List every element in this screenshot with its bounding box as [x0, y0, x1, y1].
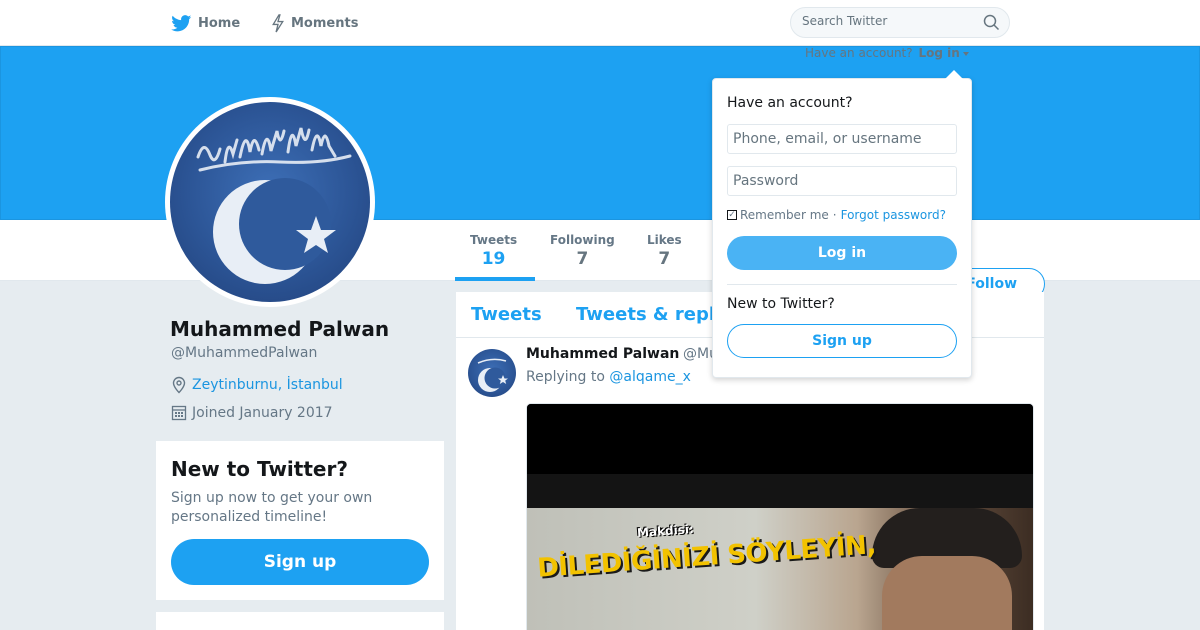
media-black-bar — [527, 404, 1033, 474]
account-prompt: Have an account? Log in — [805, 46, 969, 60]
profile-location: Zeytinburnu, İstanbul — [171, 376, 343, 394]
stat-label: Likes — [647, 233, 682, 247]
signup-card: New to Twitter? Sign up now to get your … — [156, 441, 444, 600]
login-dropdown-title: Have an account? — [727, 95, 853, 111]
lightning-bolt-icon — [272, 13, 284, 32]
replying-prefix: Replying to — [526, 369, 605, 385]
media-caption-small: Makdisi: — [636, 522, 695, 540]
twitter-bird-icon — [171, 14, 192, 31]
media-caption-big: DİLEDİĞİNİZİ SÖYLEYİN, — [536, 530, 877, 584]
stat-likes[interactable]: Likes 7 — [647, 233, 682, 269]
login-button[interactable]: Log in — [727, 236, 957, 270]
profile-avatar[interactable] — [165, 97, 375, 307]
magnifier-icon[interactable] — [983, 14, 1000, 31]
stat-value: 19 — [481, 249, 506, 269]
username-input[interactable] — [727, 124, 957, 154]
nav-moments[interactable]: Moments — [271, 0, 358, 46]
password-input[interactable] — [727, 166, 957, 196]
account-prompt-text: Have an account? — [805, 46, 913, 60]
remember-label[interactable]: Remember me — [740, 208, 829, 222]
avatar-image — [170, 102, 370, 302]
signup-card-button[interactable]: Sign up — [171, 539, 429, 585]
tweet-replying-to: Replying to @alqame_x — [526, 369, 691, 385]
face-shape — [882, 556, 1012, 630]
tab-tweets[interactable]: Tweets — [471, 304, 542, 325]
stat-label: Tweets — [470, 233, 518, 247]
nav-home-label: Home — [198, 15, 241, 31]
tweet-avatar[interactable] — [468, 349, 516, 397]
sidebar-lower-card — [156, 612, 444, 630]
location-pin-icon — [172, 376, 186, 394]
divider — [727, 284, 957, 285]
top-nav-bar: Home Moments — [0, 0, 1200, 46]
stat-label: Following — [550, 233, 615, 247]
tab-tweets-replies[interactable]: Tweets & repl — [576, 304, 715, 325]
nav-home[interactable]: Home — [171, 0, 240, 46]
stat-value: 7 — [658, 249, 671, 269]
tweet-media[interactable]: Makdisi: DİLEDİĞİNİZİ SÖYLEYİN, — [526, 403, 1034, 630]
remember-row: ✓ Remember me · Forgot password? — [727, 208, 946, 222]
location-link[interactable]: Zeytinburnu, İstanbul — [192, 377, 343, 393]
dropdown-arrow — [945, 70, 963, 79]
active-stat-indicator — [455, 277, 535, 281]
stat-value: 7 — [576, 249, 589, 269]
new-to-twitter-text: New to Twitter? — [727, 296, 835, 312]
stat-tweets[interactable]: Tweets 19 — [470, 233, 517, 269]
profile-name: Muhammed Palwan — [170, 317, 390, 341]
profile-handle: @MuhammedPalwan — [171, 345, 318, 361]
separator-dot: · — [832, 208, 837, 222]
reply-mention-link[interactable]: @alqame_x — [609, 369, 690, 385]
tweet-author-name[interactable]: Muhammed Palwan — [526, 346, 679, 362]
remember-checkbox[interactable]: ✓ — [727, 210, 737, 220]
stat-following[interactable]: Following 7 — [550, 233, 615, 269]
calendar-icon — [171, 405, 187, 421]
search-box — [790, 7, 1010, 38]
search-input[interactable] — [802, 14, 972, 28]
profile-joined: Joined January 2017 — [171, 404, 333, 421]
crescent-star-emblem — [196, 127, 352, 284]
signup-card-title: New to Twitter? — [171, 457, 348, 481]
joined-text: Joined January 2017 — [192, 404, 333, 421]
media-dark-strip — [527, 474, 1033, 508]
caret-down-icon — [962, 51, 969, 56]
signup-card-text: Sign up now to get your own personalized… — [171, 490, 373, 525]
signup-button[interactable]: Sign up — [727, 324, 957, 358]
media-photo: Makdisi: DİLEDİĞİNİZİ SÖYLEYİN, — [527, 508, 1033, 630]
login-dropdown: Have an account? ✓ Remember me · Forgot … — [712, 70, 972, 378]
login-toggle[interactable]: Log in — [918, 46, 959, 60]
nav-moments-label: Moments — [291, 15, 359, 31]
forgot-password-link[interactable]: Forgot password? — [841, 208, 946, 222]
crescent-star-emblem — [477, 358, 508, 392]
